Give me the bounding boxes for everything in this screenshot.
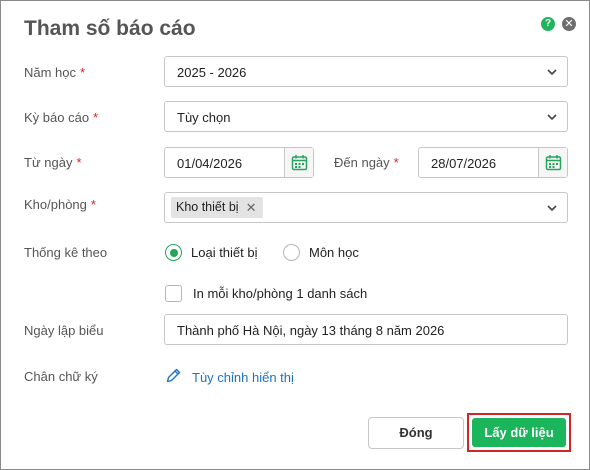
from-date-label: Từ ngày * [24, 155, 82, 170]
from-date-calendar-button[interactable] [284, 148, 313, 177]
from-date-field[interactable]: 01/04/2026 [164, 147, 314, 178]
required-mark: * [93, 110, 99, 125]
print-each-checkbox[interactable] [165, 285, 182, 302]
warehouse-label: Kho/phòng * [24, 197, 96, 212]
pencil-icon[interactable] [165, 367, 182, 384]
report-params-dialog: Tham số báo cáo ? ✕ Năm học * 2025 - 2026… [0, 0, 590, 470]
calendar-icon [545, 155, 562, 171]
chevron-down-icon [547, 114, 557, 121]
customize-display-link[interactable]: Tùy chỉnh hiển thị [192, 370, 294, 385]
close-button[interactable]: Đóng [368, 417, 464, 449]
school-year-select[interactable]: 2025 - 2026 [164, 56, 568, 87]
period-label: Kỳ báo cáo * [24, 110, 99, 125]
highlight-frame: Lấy dữ liệu [467, 413, 571, 452]
report-date-label: Ngày lập biểu [24, 323, 104, 338]
period-select[interactable]: Tùy chọn [164, 101, 568, 132]
required-mark: * [80, 65, 86, 80]
school-year-label: Năm học * [24, 65, 86, 80]
report-date-value: Thành phố Hà Nội, ngày 13 tháng 8 năm 20… [177, 323, 445, 338]
stat-by-device-type-label[interactable]: Loại thiết bị [191, 245, 258, 260]
dialog-title: Tham số báo cáo [24, 17, 196, 40]
close-icon[interactable]: ✕ [562, 17, 576, 31]
to-date-calendar-button[interactable] [538, 148, 567, 177]
chevron-down-icon [547, 205, 557, 212]
required-mark: * [393, 155, 399, 170]
warehouse-multiselect[interactable]: Kho thiết bị ✕ [164, 192, 568, 223]
period-value: Tùy chọn [177, 110, 231, 125]
stat-by-device-type-radio[interactable] [165, 244, 182, 261]
from-date-value: 01/04/2026 [177, 156, 243, 171]
fetch-data-button[interactable]: Lấy dữ liệu [472, 418, 566, 447]
print-each-label[interactable]: In mỗi kho/phòng 1 danh sách [193, 286, 367, 301]
stat-by-subject-radio[interactable] [283, 244, 300, 261]
to-date-field[interactable]: 28/07/2026 [418, 147, 568, 178]
required-mark: * [76, 155, 82, 170]
report-date-input[interactable]: Thành phố Hà Nội, ngày 13 tháng 8 năm 20… [164, 314, 568, 345]
remove-chip-icon[interactable]: ✕ [246, 197, 257, 218]
signature-label: Chân chữ ký [24, 369, 98, 384]
to-date-label: Đến ngày * [334, 155, 399, 170]
warehouse-chip: Kho thiết bị ✕ [171, 197, 263, 218]
required-mark: * [90, 197, 96, 212]
stat-by-subject-label[interactable]: Môn học [309, 245, 359, 260]
school-year-value: 2025 - 2026 [177, 65, 247, 80]
chevron-down-icon [547, 69, 557, 76]
calendar-icon [291, 155, 308, 171]
help-icon[interactable]: ? [541, 17, 555, 31]
to-date-value: 28/07/2026 [431, 156, 497, 171]
stat-by-label: Thống kê theo [24, 245, 108, 260]
